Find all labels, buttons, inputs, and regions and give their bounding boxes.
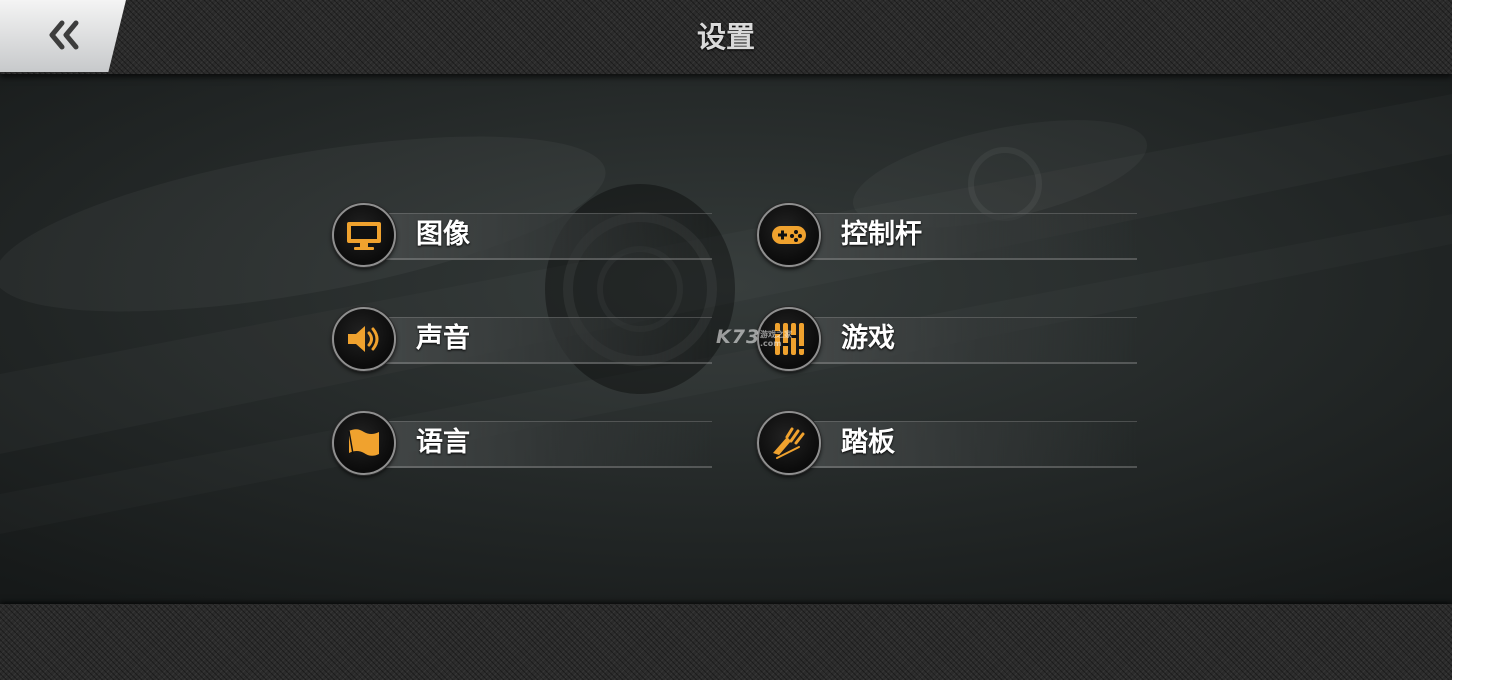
menu-item-band bbox=[787, 213, 1137, 260]
menu-item-pedals[interactable]: 踏板 bbox=[757, 410, 1137, 476]
icon-badge bbox=[332, 307, 396, 371]
menu-item-controller[interactable]: 控制杆 bbox=[757, 202, 1137, 268]
watermark-sub-text: 游戏之家 .com bbox=[760, 330, 792, 348]
icon-badge bbox=[332, 411, 396, 475]
menu-item-sound[interactable]: 声音 bbox=[332, 306, 712, 372]
menu-item-game[interactable]: 游戏 bbox=[757, 306, 1137, 372]
flag-icon bbox=[348, 429, 379, 456]
menu-item-band bbox=[362, 213, 712, 260]
page-title: 设置 bbox=[696, 20, 755, 54]
menu-item-label: 游戏 bbox=[841, 323, 895, 354]
menu-item-label: 声音 bbox=[416, 323, 470, 354]
menu-item-band bbox=[362, 421, 712, 468]
monitor-icon bbox=[347, 222, 381, 250]
menu-item-label: 踏板 bbox=[841, 427, 895, 458]
watermark-logo: K73 游戏之家 .com bbox=[716, 326, 792, 348]
icon-badge bbox=[757, 203, 821, 267]
speaker-icon bbox=[348, 326, 379, 352]
pedal-icon bbox=[773, 427, 805, 459]
menu-item-label: 图像 bbox=[416, 219, 470, 250]
menu-item-band bbox=[787, 421, 1137, 468]
settings-screen: 设置 图像 控制杆 声音 游戏 语言 踏板 K73 游戏之家 .com bbox=[0, 0, 1452, 680]
menu-item-language[interactable]: 语言 bbox=[332, 410, 712, 476]
watermark-main-text: K73 bbox=[716, 326, 761, 348]
menu-item-band bbox=[362, 317, 712, 364]
menu-item-band bbox=[787, 317, 1137, 364]
menu-item-graphics[interactable]: 图像 bbox=[332, 202, 712, 268]
menu-item-label: 语言 bbox=[416, 427, 470, 458]
gamepad-icon bbox=[772, 226, 806, 244]
menu-item-label: 控制杆 bbox=[841, 219, 922, 250]
icon-badge bbox=[332, 203, 396, 267]
icon-badge bbox=[757, 411, 821, 475]
bottom-bar bbox=[0, 604, 1452, 680]
